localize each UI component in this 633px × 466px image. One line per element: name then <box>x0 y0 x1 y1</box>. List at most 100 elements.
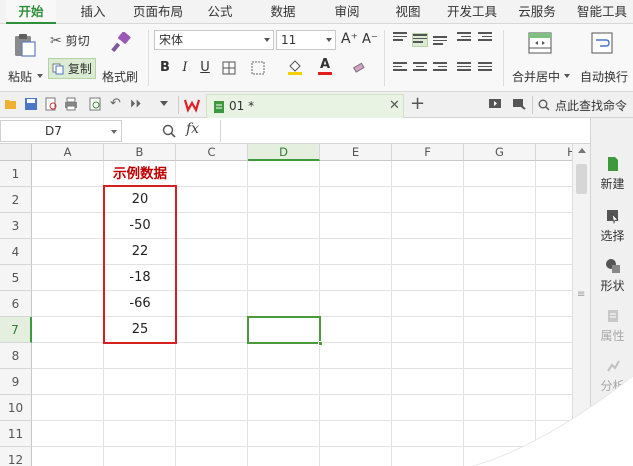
row-header-2[interactable]: 2 <box>0 187 32 213</box>
align-right-icon[interactable] <box>433 62 447 74</box>
formula-input[interactable] <box>220 120 588 142</box>
italic-button[interactable]: I <box>177 60 193 75</box>
row-header-11[interactable]: 11 <box>0 421 32 447</box>
chevron-down-icon <box>564 74 570 78</box>
fill-handle[interactable] <box>318 341 323 346</box>
row-header-8[interactable]: 8 <box>0 343 32 369</box>
font-name-select[interactable]: 宋体 <box>154 30 274 50</box>
row-header-6[interactable]: 6 <box>0 291 32 317</box>
pane-shapes-button[interactable]: 形状 <box>591 258 633 294</box>
command-search[interactable]: 点此查找命令 <box>538 96 633 114</box>
paste-dropdown-icon <box>37 74 43 78</box>
highlight-box <box>103 185 177 344</box>
align-justify-icon[interactable] <box>457 62 471 74</box>
grow-font-button[interactable]: A⁺ <box>341 31 358 47</box>
pane-new-button[interactable]: 新建 <box>591 156 633 192</box>
align-middle-icon[interactable] <box>412 33 428 47</box>
preview-icon[interactable] <box>88 97 102 111</box>
format-painter-button[interactable]: 格式刷 <box>100 30 140 86</box>
cell-b1[interactable]: 示例数据 <box>104 161 176 187</box>
row-header-7[interactable]: 7 <box>0 317 32 343</box>
column-header-c[interactable]: C <box>176 144 248 161</box>
row-header-1[interactable]: 1 <box>0 161 32 187</box>
tab-developer[interactable]: 开发工具 <box>442 0 502 24</box>
fx-button[interactable]: fx <box>186 121 199 137</box>
align-center-icon[interactable] <box>413 62 427 74</box>
brush-icon <box>111 32 131 53</box>
properties-icon <box>607 310 618 322</box>
align-top-icon[interactable] <box>393 32 407 44</box>
row-header-10[interactable]: 10 <box>0 395 32 421</box>
shrink-font-button[interactable]: A⁻ <box>362 32 378 47</box>
bold-button[interactable]: B <box>157 60 173 75</box>
name-box[interactable]: D7 <box>0 120 122 142</box>
merge-center-button[interactable]: 合并居中 <box>508 30 572 86</box>
active-cell-d7[interactable] <box>247 316 323 346</box>
column-header-h[interactable]: H <box>536 144 572 161</box>
distribute-icon[interactable] <box>478 62 492 74</box>
tab-formulas[interactable]: 公式 <box>200 0 240 24</box>
column-header-d[interactable]: D <box>248 144 320 161</box>
eraser-icon <box>352 62 365 73</box>
print-preview-icon[interactable] <box>44 97 58 111</box>
customize-dropdown-icon[interactable] <box>160 101 168 106</box>
print-icon[interactable] <box>64 97 78 111</box>
zoom-function-icon[interactable] <box>162 124 176 138</box>
column-header-e[interactable]: E <box>320 144 392 161</box>
close-tab-icon[interactable]: ✕ <box>389 98 400 113</box>
tab-view[interactable]: 视图 <box>388 0 428 24</box>
cut-button[interactable]: ✂ 剪切 <box>50 32 90 49</box>
font-size-select[interactable]: 11 <box>276 30 336 50</box>
slideshow-icon[interactable] <box>488 97 502 111</box>
save-icon[interactable] <box>24 97 38 111</box>
row-header-9[interactable]: 9 <box>0 369 32 395</box>
more-icon[interactable]: ⏵⏵ <box>130 97 144 111</box>
tab-insert[interactable]: 插入 <box>70 0 116 24</box>
row-header-5[interactable]: 5 <box>0 265 32 291</box>
column-header-a[interactable]: A <box>32 144 104 161</box>
row-header-12[interactable]: 12 <box>0 447 32 466</box>
name-box-value: D7 <box>45 124 62 138</box>
tab-smart-tools[interactable]: 智能工具 <box>572 0 632 24</box>
copy-button[interactable]: 复制 <box>48 58 96 79</box>
open-folder-icon[interactable] <box>4 97 18 111</box>
scroll-up-icon[interactable] <box>578 148 586 153</box>
gridline <box>463 161 464 466</box>
row-header-4[interactable]: 4 <box>0 239 32 265</box>
underline-button[interactable]: U <box>197 60 213 75</box>
clear-format-button[interactable] <box>352 60 374 76</box>
command-search-label: 点此查找命令 <box>555 99 628 113</box>
tab-review[interactable]: 审阅 <box>326 0 368 24</box>
align-left-icon[interactable] <box>393 62 407 74</box>
select-all-corner[interactable] <box>0 144 32 161</box>
tab-page-layout[interactable]: 页面布局 <box>128 0 188 24</box>
gridline <box>32 368 572 369</box>
indent-decrease-icon[interactable] <box>457 32 471 44</box>
indent-increase-icon[interactable] <box>478 32 492 44</box>
align-bottom-icon[interactable] <box>433 36 447 48</box>
tab-data[interactable]: 数据 <box>262 0 304 24</box>
document-tab[interactable]: 01 * ✕ <box>206 94 404 118</box>
row-header-3[interactable]: 3 <box>0 213 32 239</box>
font-color-button[interactable]: A <box>318 58 344 76</box>
column-header-f[interactable]: F <box>392 144 464 161</box>
column-header-g[interactable]: G <box>464 144 536 161</box>
paste-button[interactable]: 粘贴 <box>6 30 44 86</box>
borders-button[interactable] <box>222 61 246 77</box>
fill-color-button[interactable] <box>287 59 313 77</box>
pane-properties-button[interactable]: 属性 <box>591 308 633 344</box>
ribbon-home: 粘贴 ✂ 剪切 复制 格式刷 宋体 11 A⁺ A⁻ B I U A 合并居中 … <box>0 24 633 92</box>
wps-logo-icon[interactable] <box>184 97 200 113</box>
fill-pattern-button[interactable] <box>251 61 275 77</box>
pane-select-button[interactable]: 选择 <box>591 208 633 244</box>
column-header-b[interactable]: B <box>104 144 176 161</box>
scroll-thumb[interactable] <box>576 164 587 194</box>
share-icon[interactable] <box>512 97 526 111</box>
new-tab-icon[interactable]: + <box>410 93 425 115</box>
tab-home[interactable]: 开始 <box>6 0 56 24</box>
spreadsheet-file-icon <box>214 101 224 113</box>
undo-icon[interactable]: ↶ <box>110 97 124 111</box>
wrap-text-button[interactable]: 自动换行 <box>577 30 633 86</box>
tab-cloud[interactable]: 云服务 <box>512 0 562 24</box>
merge-center-label: 合并居中 <box>512 70 561 84</box>
